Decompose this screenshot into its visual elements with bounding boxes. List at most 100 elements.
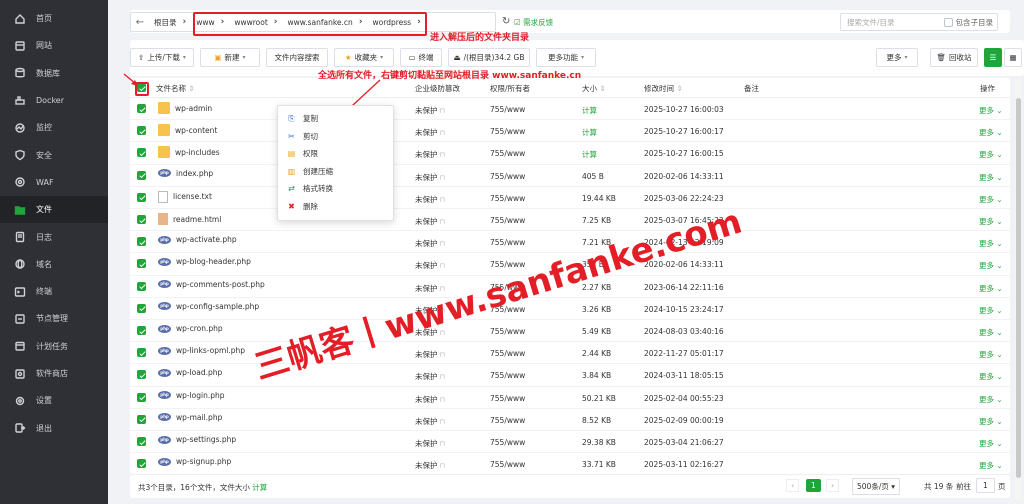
breadcrumb-root[interactable]: 根目录 › <box>149 13 191 31</box>
refresh-icon[interactable]: ↻ <box>502 16 510 27</box>
permission-owner[interactable]: 755/www <box>490 438 525 447</box>
file-size[interactable]: 计算 <box>582 105 597 116</box>
permission-owner[interactable]: 755/www <box>490 416 525 425</box>
row-more-button[interactable]: 更多 ⌄ <box>979 438 1003 449</box>
terminal-button[interactable]: ▭ 终端 <box>400 48 442 67</box>
next-page-button[interactable]: › <box>826 479 840 492</box>
protect-status[interactable]: 未保护 ⊓ <box>415 238 445 249</box>
file-name[interactable]: wp-content <box>158 124 217 137</box>
feedback-link[interactable]: ☑ 需求反馈 <box>514 17 553 28</box>
protect-status[interactable]: 未保护 ⊓ <box>415 105 445 116</box>
row-more-button[interactable]: 更多 ⌄ <box>979 172 1003 183</box>
protect-status[interactable]: 未保护 ⊓ <box>415 438 445 449</box>
sidebar-item-monitor[interactable]: 监控 <box>0 114 108 141</box>
file-size[interactable]: 计算 <box>582 149 597 160</box>
file-name[interactable]: license.txt <box>158 190 212 203</box>
context-menu-item-convert[interactable]: ⇄ 格式转换 <box>278 180 393 198</box>
header-size[interactable]: 大小 ⇕ <box>582 83 606 94</box>
row-checkbox[interactable] <box>137 326 146 337</box>
context-menu-item-copy[interactable]: ⎘ 复制 <box>278 110 393 128</box>
recycle-bin-button[interactable]: 🗑 回收站 <box>930 48 978 67</box>
permission-owner[interactable]: 755/www <box>490 349 525 358</box>
file-name[interactable]: php wp-settings.php <box>158 435 236 444</box>
table-row[interactable]: php wp-config-sample.php 未保护 ⊓ 755/www 3.26 K… <box>130 298 1010 320</box>
sidebar-item-folder[interactable]: 文件 <box>0 196 108 224</box>
row-checkbox[interactable] <box>137 348 146 359</box>
sidebar-item-home[interactable]: 首页 <box>0 5 108 32</box>
row-more-button[interactable]: 更多 ⌄ <box>979 416 1003 427</box>
row-more-button[interactable]: 更多 ⌄ <box>979 460 1003 471</box>
file-name[interactable]: php index.php <box>158 169 213 178</box>
file-name[interactable]: php wp-blog-header.php <box>158 257 251 266</box>
table-row[interactable]: php wp-login.php 未保护 ⊓ 755/www 50.21 KB 2025-0… <box>130 387 1010 409</box>
table-row[interactable]: wp-content 未保护 ⊓ 755/www 计算 2025-10-27 16:00:… <box>130 120 1010 143</box>
page-size-select[interactable]: 500条/页 ▾ <box>852 478 900 495</box>
header-name[interactable]: 文件名称 ⇕ <box>156 83 195 94</box>
permission-owner[interactable]: 755/www <box>490 216 525 225</box>
table-row[interactable]: wp-includes 未保护 ⊓ 755/www 计算 2025-10-27 16:00… <box>130 142 1010 165</box>
page-current[interactable]: 1 <box>806 479 821 492</box>
table-row[interactable]: wp-admin 未保护 ⊓ 755/www 计算 2025-10-27 16:00:03… <box>130 98 1010 121</box>
sidebar-item-globe[interactable]: 网站 <box>0 32 108 59</box>
permission-owner[interactable]: 755/www <box>490 105 525 114</box>
context-menu-item-permission[interactable]: ▤ 权限 <box>278 145 393 163</box>
sidebar-item-database[interactable]: 数据库 <box>0 60 108 87</box>
row-more-button[interactable]: 更多 ⌄ <box>979 327 1003 338</box>
row-more-button[interactable]: 更多 ⌄ <box>979 194 1003 205</box>
file-name[interactable]: php wp-load.php <box>158 368 222 377</box>
protect-status[interactable]: 未保护 ⊓ <box>415 260 445 271</box>
permission-owner[interactable]: 755/www <box>490 172 525 181</box>
row-checkbox[interactable] <box>137 259 146 270</box>
row-more-button[interactable]: 更多 ⌄ <box>979 394 1003 405</box>
file-name[interactable]: php wp-login.php <box>158 391 225 400</box>
permission-owner[interactable]: 755/www <box>490 149 525 158</box>
protect-status[interactable]: 未保护 ⊓ <box>415 127 445 138</box>
row-checkbox[interactable] <box>137 126 146 137</box>
row-more-button[interactable]: 更多 ⌄ <box>979 283 1003 294</box>
calc-link[interactable]: 计算 <box>252 483 267 492</box>
sidebar-item-waf[interactable]: WAF <box>0 169 108 196</box>
content-search-button[interactable]: 文件内容搜索 <box>266 48 328 67</box>
sidebar-item-node[interactable]: 节点管理 <box>0 305 108 332</box>
file-name[interactable]: php wp-activate.php <box>158 235 237 244</box>
protect-status[interactable]: 未保护 ⊓ <box>415 416 445 427</box>
protect-status[interactable]: 未保护 ⊓ <box>415 172 445 183</box>
sidebar-item-terminal[interactable]: 终端 <box>0 278 108 305</box>
row-more-button[interactable]: 更多 ⌄ <box>979 149 1003 160</box>
context-menu-item-scissors[interactable]: ✂ 剪切 <box>278 128 393 146</box>
row-more-button[interactable]: 更多 ⌄ <box>979 305 1003 316</box>
sidebar-item-log[interactable]: 日志 <box>0 223 108 250</box>
row-more-button[interactable]: 更多 ⌄ <box>979 260 1003 271</box>
row-checkbox[interactable] <box>137 148 146 159</box>
back-arrow-icon[interactable]: ← <box>131 17 149 28</box>
row-checkbox[interactable] <box>137 392 146 404</box>
permission-owner[interactable]: 755/www <box>490 127 525 136</box>
table-row[interactable]: php wp-settings.php 未保护 ⊓ 755/www 29.38 KB 202… <box>130 431 1010 454</box>
file-name[interactable]: wp-includes <box>158 146 220 159</box>
row-more-button[interactable]: 更多 ⌄ <box>979 238 1003 249</box>
table-row[interactable]: license.txt 未保护 ⊓ 755/www 19.44 KB 2025-03-06… <box>130 187 1010 209</box>
permission-owner[interactable]: 755/www <box>490 394 525 403</box>
permission-owner[interactable]: 755/www <box>490 327 525 336</box>
new-button[interactable]: ▣ 新建 ▾ <box>200 48 260 67</box>
sidebar-item-shield[interactable]: 安全 <box>0 141 108 168</box>
protect-status[interactable]: 未保护 ⊓ <box>415 371 445 382</box>
context-menu-item-delete[interactable]: ✖ 删除 <box>278 198 393 216</box>
row-checkbox[interactable] <box>137 104 146 115</box>
header-permission[interactable]: 权限/所有者 <box>490 83 530 94</box>
file-name[interactable]: wp-admin <box>158 102 212 114</box>
scrollbar-thumb[interactable] <box>1016 98 1021 478</box>
sidebar-item-docker[interactable]: Docker <box>0 87 108 114</box>
file-name[interactable]: php wp-comments-post.php <box>158 280 265 289</box>
sidebar-item-store[interactable]: 软件商店 <box>0 360 108 387</box>
file-name[interactable]: php wp-cron.php <box>158 324 223 333</box>
include-subdir-checkbox[interactable]: 包含子目录 <box>943 17 998 28</box>
favorites-button[interactable]: ★ 收藏夹 ▾ <box>334 48 394 67</box>
permission-owner[interactable]: 755/www <box>490 194 525 203</box>
row-checkbox[interactable] <box>137 437 146 448</box>
protect-status[interactable]: 未保护 ⊓ <box>415 194 445 205</box>
file-name[interactable]: php wp-mail.php <box>158 413 222 422</box>
file-name[interactable]: php wp-config-sample.php <box>158 302 259 311</box>
upload-download-button[interactable]: ⇧ 上传/下载 ▾ <box>130 48 194 67</box>
permission-owner[interactable]: 755/www <box>490 238 525 247</box>
